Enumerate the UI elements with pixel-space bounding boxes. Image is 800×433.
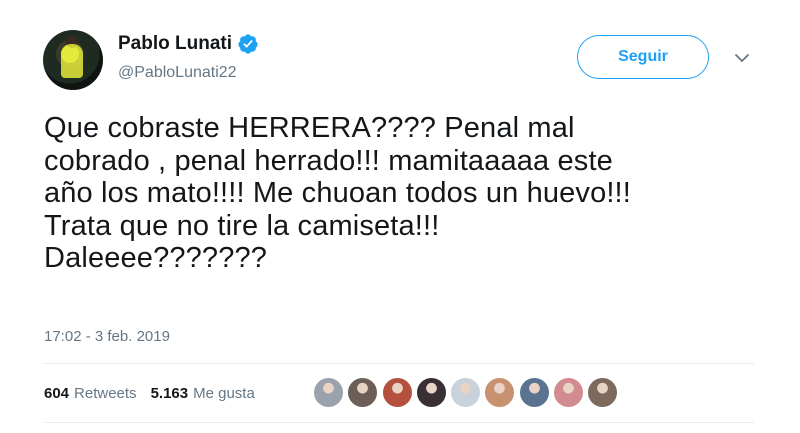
tweet-stats: 604 Retweets 5.163 Me gusta — [44, 385, 255, 402]
tweet-text: Que cobraste HERRERA???? Penal mal cobra… — [44, 112, 774, 275]
user-display-name[interactable]: Pablo Lunati — [118, 33, 232, 55]
chevron-down-icon[interactable] — [734, 52, 750, 64]
likes-count[interactable]: 5.163 — [151, 385, 189, 402]
follow-button[interactable]: Seguir — [577, 35, 709, 79]
liker-avatar[interactable] — [347, 377, 379, 408]
verified-badge-icon — [238, 34, 258, 54]
liker-avatar[interactable] — [518, 377, 550, 408]
tweet-line: Daleeee??????? — [44, 242, 268, 274]
tweet-line: Que cobraste HERRERA???? Penal mal — [44, 112, 575, 144]
liker-avatar[interactable] — [313, 377, 344, 408]
liker-avatar[interactable] — [381, 377, 413, 408]
user-handle[interactable]: @PabloLunati22 — [118, 64, 237, 82]
tweet-line: cobrado , penal herrado!!! mamitaaaaa es… — [44, 144, 613, 177]
tweet-line: Trata que no tire la camiseta!!! — [44, 209, 440, 242]
tweet-timestamp[interactable]: 17:02 - 3 feb. 2019 — [44, 328, 170, 345]
liker-avatar[interactable] — [450, 377, 482, 408]
avatar[interactable] — [43, 30, 103, 90]
likes-label[interactable]: Me gusta — [193, 385, 255, 402]
user-name-row: Pablo Lunati — [118, 33, 259, 55]
retweets-count[interactable]: 604 — [44, 385, 69, 402]
likers-avatars — [313, 377, 622, 408]
liker-avatar[interactable] — [415, 377, 447, 408]
liker-avatar[interactable] — [484, 377, 516, 408]
liker-avatar[interactable] — [553, 377, 585, 408]
divider — [44, 363, 754, 364]
avatar-figure-body — [61, 44, 83, 78]
divider — [44, 422, 754, 423]
tweet-line: año los mato!!!! Me chuoan todos un huev… — [44, 177, 631, 209]
liker-avatar[interactable] — [587, 377, 619, 408]
retweets-label[interactable]: Retweets — [74, 385, 137, 402]
